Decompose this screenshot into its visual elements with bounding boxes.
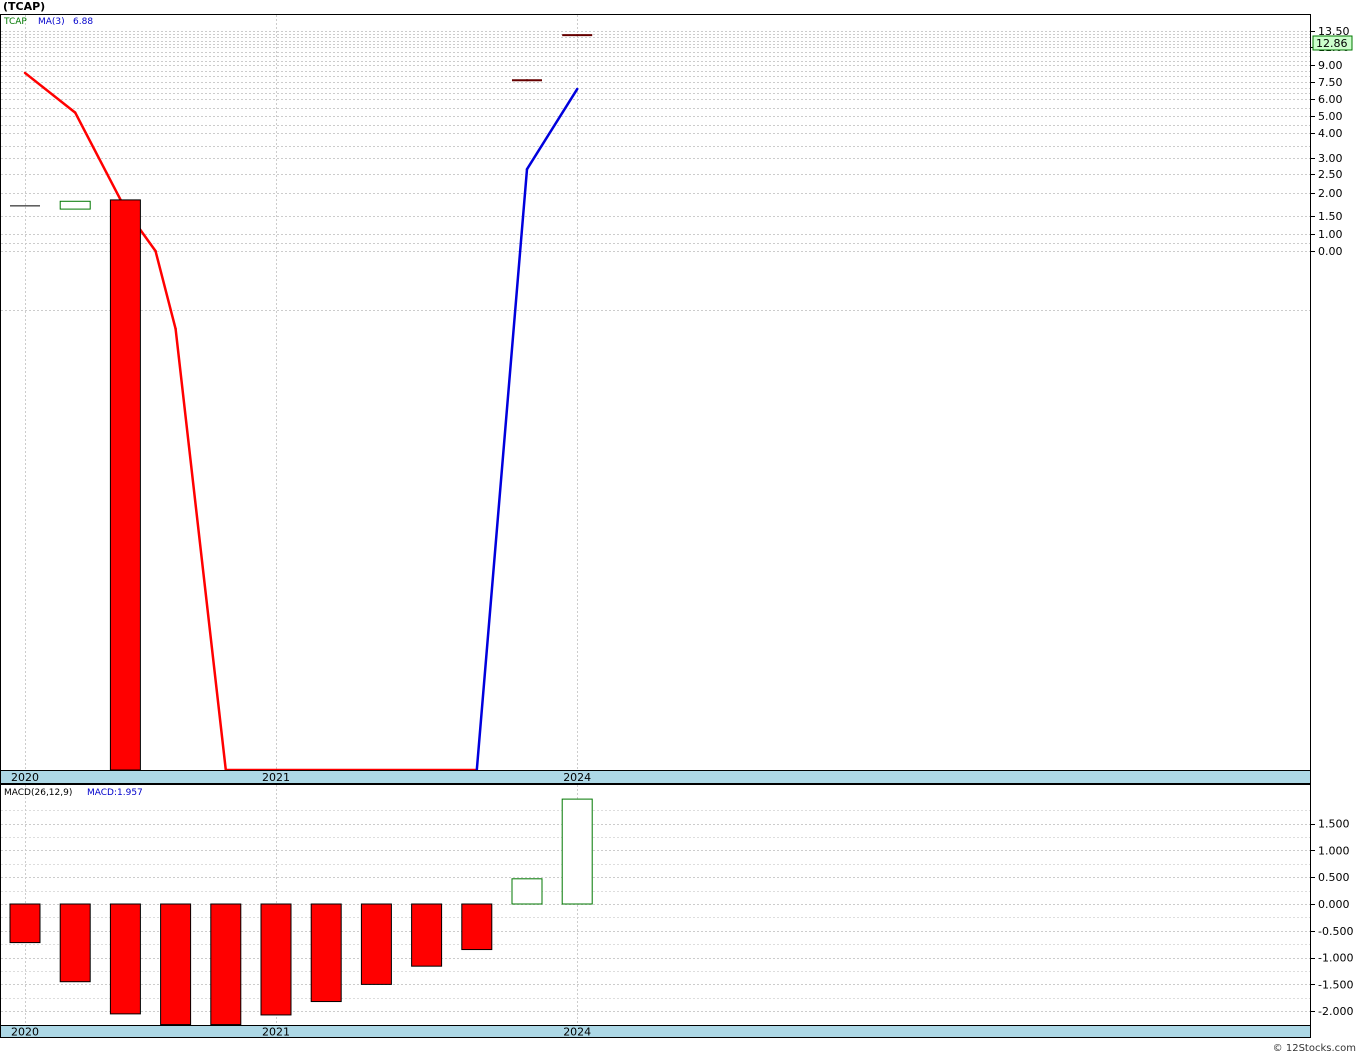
- site-credit: © 12Stocks.com: [1272, 1043, 1356, 1054]
- macd-y-tick-label: 0.500: [1318, 871, 1350, 884]
- macd-bar: [461, 903, 493, 951]
- macd-bar: [160, 903, 192, 1026]
- price-y-axis: 13.5011.009.007.506.005.004.003.002.502.…: [1310, 25, 1350, 258]
- macd-bar: [59, 903, 91, 983]
- price-x-axis-strip: [0, 770, 1311, 784]
- price-y-tick-label: 0.00: [1318, 245, 1343, 258]
- price-y-tick-label: 1.50: [1318, 210, 1343, 223]
- macd-x-axis-strip: [0, 1025, 1311, 1038]
- price-legend-ma-value: 6.88: [73, 17, 93, 27]
- price-y-tick-label: 3.00: [1318, 152, 1343, 165]
- macd-y-tick-label: 1.000: [1318, 844, 1350, 857]
- candle-body: [59, 200, 91, 210]
- macd-y-tick-label: 0.000: [1318, 898, 1350, 911]
- macd-y-tick-label: 1.500: [1318, 818, 1350, 831]
- macd-bar: [360, 903, 392, 985]
- macd-legend-name: MACD(26,12,9): [4, 788, 72, 798]
- candle-body: [109, 199, 141, 771]
- macd-bar: [561, 798, 593, 905]
- macd-y-tick-label: -1.500: [1318, 978, 1353, 991]
- macd-y-tick-label: -2.000: [1318, 1005, 1353, 1018]
- price-y-tick-label: 7.50: [1318, 76, 1343, 89]
- stock-chart: 13.5011.009.007.506.005.004.003.002.502.…: [0, 14, 1353, 1039]
- price-x-tick-label: 2020: [11, 771, 39, 784]
- price-legend-ma-label: MA(3): [38, 17, 65, 27]
- macd-x-tick-label: 2024: [563, 1026, 591, 1039]
- price-y-tick-label: 1.00: [1318, 228, 1343, 241]
- macd-x-tick-label: 2021: [262, 1026, 290, 1039]
- chart-title: (TCAP): [3, 0, 46, 13]
- price-y-tick-label: 6.00: [1318, 93, 1343, 106]
- macd-bar: [210, 903, 242, 1026]
- price-y-tick-label: 2.50: [1318, 168, 1343, 181]
- macd-bar: [260, 903, 292, 1016]
- macd-y-tick-label: -1.000: [1318, 952, 1353, 965]
- macd-legend-value: MACD:1.957: [87, 788, 143, 798]
- price-y-tick-label: 2.00: [1318, 187, 1343, 200]
- macd-y-tick-label: -0.500: [1318, 925, 1353, 938]
- price-x-tick-label: 2021: [262, 771, 290, 784]
- price-badge: 12.86: [1316, 37, 1348, 50]
- price-y-tick-label: 5.00: [1318, 110, 1343, 123]
- macd-bar: [511, 878, 543, 905]
- macd-x-tick-label: 2020: [11, 1026, 39, 1039]
- price-legend-symbol: TCAP: [3, 17, 27, 27]
- price-panel: [0, 14, 1311, 771]
- macd-bar: [9, 903, 41, 944]
- macd-bar: [109, 903, 141, 1015]
- price-y-tick-label: 4.00: [1318, 127, 1343, 140]
- price-y-tick-label: 9.00: [1318, 59, 1343, 72]
- macd-bar: [411, 903, 443, 967]
- macd-bar: [310, 903, 342, 1003]
- macd-y-axis: 1.500 1.000 0.500 0.000 -0.500 -1.000 -1.500 -2…: [1310, 818, 1353, 1018]
- price-x-tick-label: 2024: [563, 771, 591, 784]
